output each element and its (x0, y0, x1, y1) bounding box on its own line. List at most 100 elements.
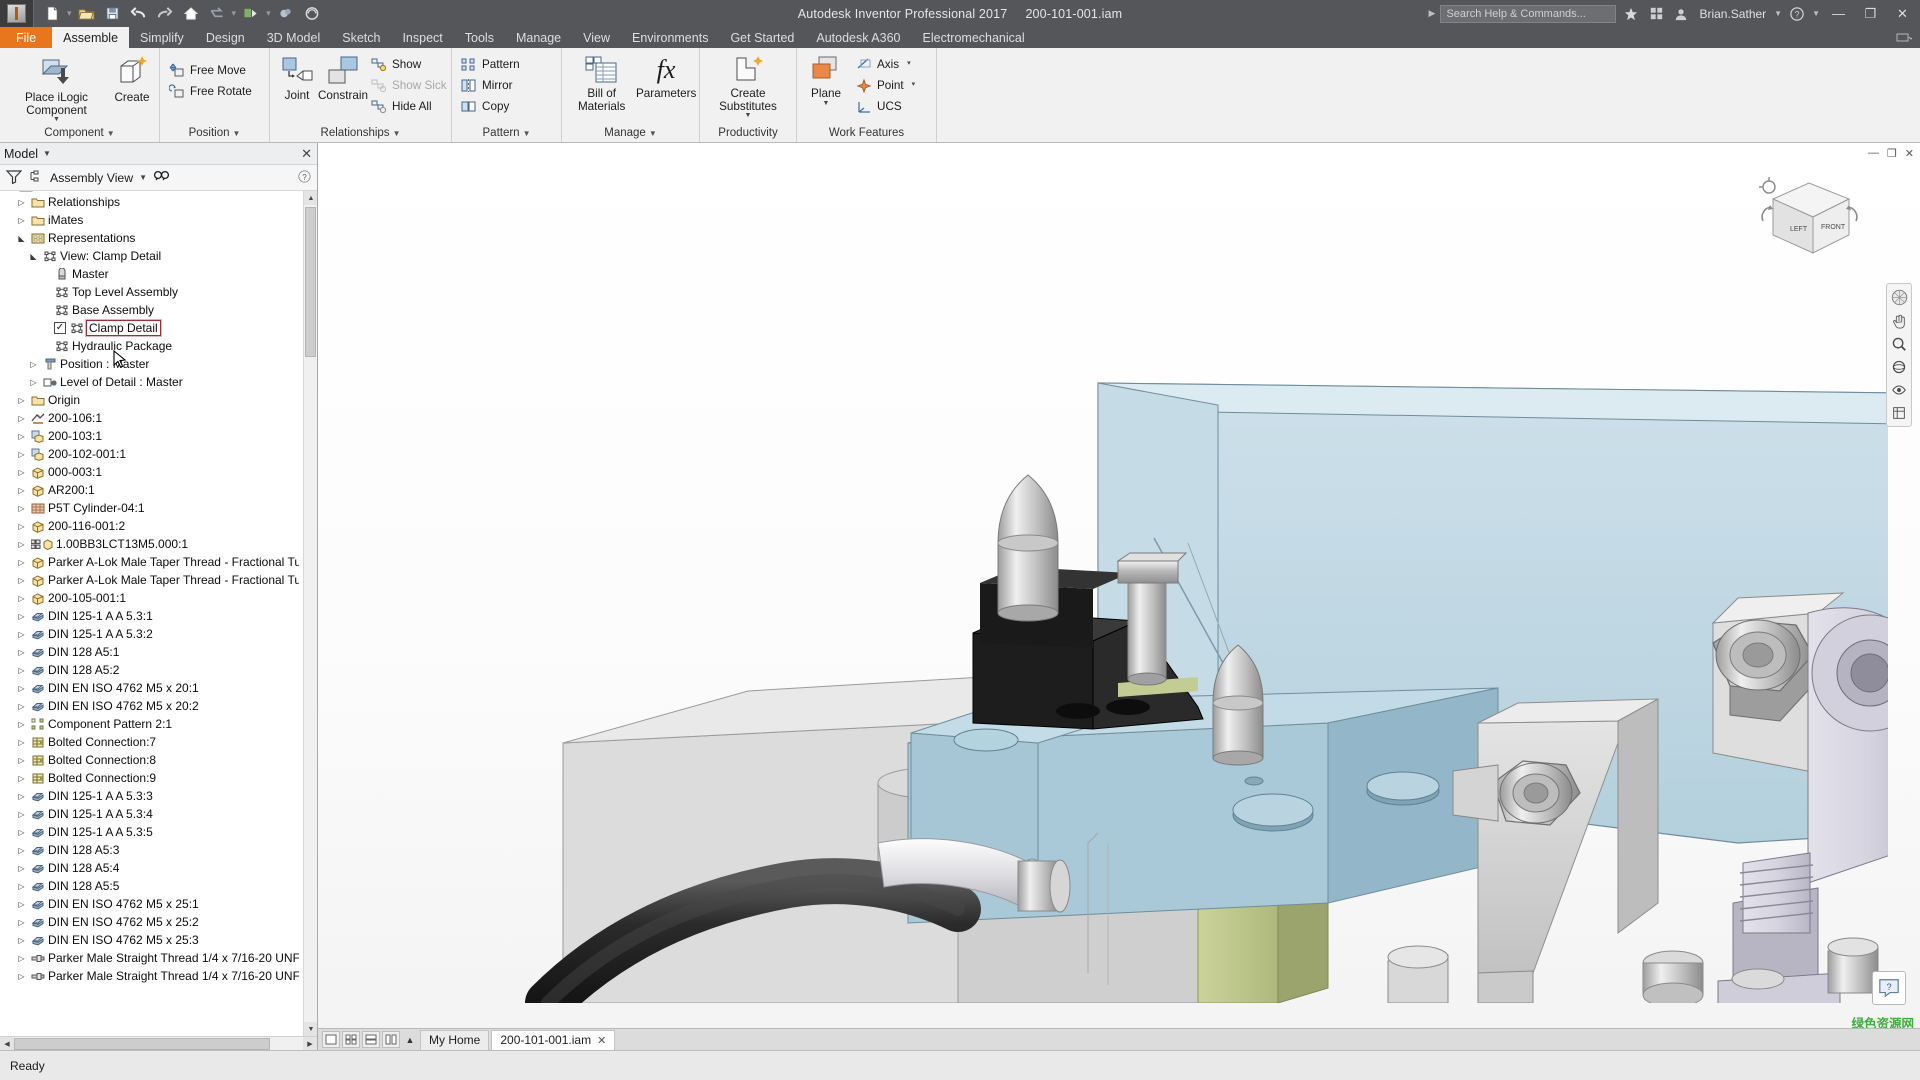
chevron-right-icon[interactable]: ▷ (16, 751, 27, 769)
chevron-right-icon[interactable]: ▷ (28, 373, 39, 391)
axis-button[interactable]: Axis ▾ (852, 54, 922, 74)
tree-node[interactable]: ▷ 200-106:1 (0, 409, 303, 427)
tree-node[interactable]: ▷ DIN 128 A5:5 (0, 877, 303, 895)
maximize-button[interactable]: ❐ (1857, 0, 1884, 27)
look-at-icon[interactable] (1888, 379, 1910, 400)
layout-vertical-icon[interactable] (382, 1031, 400, 1048)
chevron-right-icon[interactable]: ▷ (16, 913, 27, 931)
tree-node[interactable]: ▷ 200-102-001:1 (0, 445, 303, 463)
pan-icon[interactable] (1888, 310, 1910, 331)
tree-node[interactable]: ▷ DIN 125-1 A A 5.3:2 (0, 625, 303, 643)
chevron-right-icon[interactable]: ▷ (16, 769, 27, 787)
chevron-right-icon[interactable]: ▷ (16, 481, 27, 499)
tree-horizontal-scrollbar[interactable]: ◀ ▶ (0, 1036, 317, 1051)
tab-sketch[interactable]: Sketch (331, 27, 391, 48)
chevron-right-icon[interactable]: ▷ (16, 805, 27, 823)
chevron-right-icon[interactable]: ▷ (16, 823, 27, 841)
tree-vertical-scrollbar[interactable]: ▲ ▼ (303, 191, 317, 1036)
joint-button[interactable]: Joint (275, 52, 319, 103)
chevron-right-icon[interactable]: ▷ (16, 445, 27, 463)
material-icon[interactable] (274, 2, 298, 25)
tab-get-started[interactable]: Get Started (719, 27, 805, 48)
close-icon[interactable]: ✕ (597, 1034, 606, 1047)
chevron-right-icon[interactable]: ▷ (16, 517, 27, 535)
chevron-down-icon[interactable]: ▼ (823, 100, 830, 107)
tree-node[interactable]: ▷ AR200:1 (0, 481, 303, 499)
view-cube[interactable]: LEFT FRONT (1757, 171, 1862, 266)
tab-manage[interactable]: Manage (505, 27, 572, 48)
plane-button[interactable]: Plane ▼ (802, 52, 850, 107)
tree-node[interactable]: ▷ Position : Master (0, 355, 303, 373)
tree-node[interactable]: ▷ DIN 128 A5:2 (0, 661, 303, 679)
user-name-label[interactable]: Brian.Sather (1696, 7, 1769, 21)
return-icon[interactable] (205, 2, 229, 25)
return-dropdown-caret[interactable]: ▾ (231, 8, 238, 19)
create-substitutes-button[interactable]: Create Substitutes ▼ (705, 52, 791, 119)
free-rotate-button[interactable]: Free Rotate (165, 81, 259, 101)
chevron-right-icon[interactable]: ▷ (16, 859, 27, 877)
browser-help-icon[interactable]: ? (298, 169, 311, 186)
tree-node[interactable]: ▷ 1.00BB3LCT13M5.000:1 (0, 535, 303, 553)
zoom-icon[interactable] (1888, 333, 1910, 354)
chevron-right-icon[interactable]: ▷ (16, 949, 27, 967)
tree-node[interactable]: ▷ DIN 125-1 A A 5.3:1 (0, 607, 303, 625)
chevron-right-icon[interactable]: ▷ (16, 535, 27, 553)
tree-node[interactable]: ▷ DIN 128 A5:3 (0, 841, 303, 859)
show-button[interactable]: Show (367, 54, 454, 74)
orbit-icon[interactable] (1888, 356, 1910, 377)
tab-file[interactable]: File (0, 27, 53, 48)
create-button[interactable]: Create (110, 52, 154, 105)
open-icon[interactable] (75, 2, 99, 25)
free-move-button[interactable]: Free Move (165, 60, 259, 80)
chevron-right-icon[interactable]: ▷ (16, 193, 27, 211)
chevron-right-icon[interactable]: ▷ (28, 355, 39, 373)
chevron-down-icon[interactable]: ▼ (53, 116, 60, 123)
document-tab-my-home[interactable]: My Home (420, 1029, 490, 1050)
visibility-checkbox[interactable]: ✓ (54, 322, 66, 334)
tree-node[interactable]: ▷ DIN 128 A5:4 (0, 859, 303, 877)
tree-node[interactable]: ▷ Component Pattern 2:1 (0, 715, 303, 733)
tree-node[interactable]: ▷ Parker A-Lok Male Taper Thread - Fracti… (0, 571, 303, 589)
chevron-right-icon[interactable]: ▷ (16, 571, 27, 589)
scroll-left-arrow[interactable]: ◀ (0, 1036, 14, 1051)
hide-all-button[interactable]: Hide All (367, 96, 454, 116)
tree-node[interactable]: ▷ Parker A-Lok Male Taper Thread - Fracti… (0, 553, 303, 571)
tree-node[interactable]: ▷ Parker Male Straight Thread 1/4 x 7/16-… (0, 949, 303, 967)
chevron-right-icon[interactable]: ▷ (16, 733, 27, 751)
chevron-right-icon[interactable]: ▷ (16, 841, 27, 859)
chevron-right-icon[interactable]: ▷ (16, 679, 27, 697)
navigation-bar[interactable] (1886, 283, 1912, 427)
tab-inspect[interactable]: Inspect (391, 27, 453, 48)
chevron-down-icon[interactable]: ◣ (16, 229, 27, 247)
tab-environments[interactable]: Environments (621, 27, 719, 48)
tree-node[interactable]: ▷ Bolted Connection:7 (0, 733, 303, 751)
tab-autodesk-a360[interactable]: Autodesk A360 (805, 27, 911, 48)
tree-node[interactable]: ▷ DIN EN ISO 4762 M5 x 25:1 (0, 895, 303, 913)
chevron-right-icon[interactable]: ▷ (16, 409, 27, 427)
chevron-right-icon[interactable]: ▷ (16, 643, 27, 661)
tree-node[interactable]: Base Assembly (0, 301, 303, 319)
bill-of-materials-button[interactable]: Bill of Materials (567, 52, 636, 113)
scroll-down-arrow[interactable]: ▼ (304, 1022, 317, 1036)
tree-node[interactable]: Top Level Assembly (0, 283, 303, 301)
chevron-right-icon[interactable]: ▷ (16, 877, 27, 895)
tab-view[interactable]: View (572, 27, 621, 48)
chevron-right-icon[interactable]: ▷ (16, 895, 27, 913)
tree-node[interactable]: ▷ Relationships (0, 193, 303, 211)
search-input[interactable]: Search Help & Commands... (1440, 4, 1617, 23)
parameters-button[interactable]: fx Parameters (636, 52, 696, 101)
scroll-right-arrow[interactable]: ▶ (303, 1036, 317, 1051)
save-icon[interactable] (101, 2, 125, 25)
chevron-right-icon[interactable]: ▷ (16, 967, 27, 985)
triangle-up-icon[interactable]: ▲ (402, 1035, 418, 1045)
ucs-button[interactable]: UCS (852, 96, 922, 116)
constrain-button[interactable]: Constrain (318, 52, 368, 103)
mirror-button[interactable]: Mirror (457, 75, 527, 95)
help-menu-caret[interactable]: ▼ (1812, 9, 1820, 18)
chevron-right-icon[interactable]: ▷ (16, 661, 27, 679)
update-icon[interactable] (239, 2, 263, 25)
new-dropdown-caret[interactable]: ▾ (66, 8, 73, 19)
chevron-right-icon[interactable]: ▷ (16, 787, 27, 805)
tree-node[interactable]: ▷ 000-003:1 (0, 463, 303, 481)
signin-status-icon[interactable] (1621, 4, 1641, 24)
